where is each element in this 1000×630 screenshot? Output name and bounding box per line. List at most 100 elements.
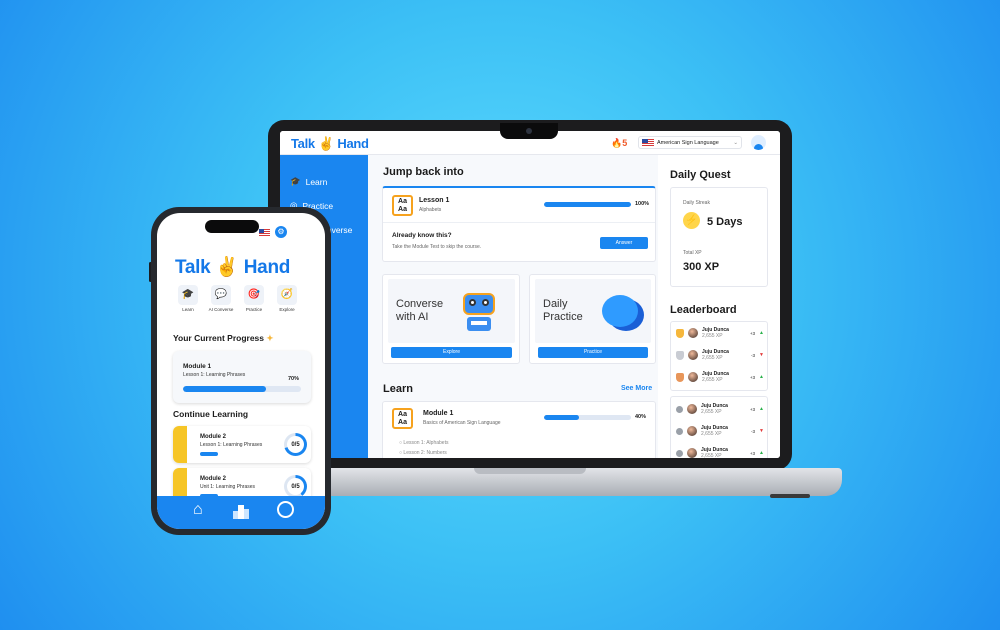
desktop-app-screen: Talk ✌ Hand 🔥5 American Sign Language ⌄ …: [280, 131, 780, 458]
gear-icon[interactable]: ⚙: [275, 226, 287, 238]
feature-card-title: Daily Practice: [543, 298, 583, 324]
divider: [383, 222, 655, 223]
streak-counter[interactable]: 🔥5: [611, 138, 627, 149]
robot-icon: [459, 291, 499, 335]
graduation-cap-icon: 🎓: [178, 285, 198, 305]
current-module-card[interactable]: Module 1 Lesson 1: Learning Phrases 70%: [173, 351, 311, 403]
language-select[interactable]: American Sign Language ⌄: [638, 136, 742, 149]
jump-back-card[interactable]: Aa Aa Lesson 1 Alphabets 100% Already kno…: [382, 186, 656, 262]
rank-badge-icon: [676, 449, 683, 457]
leaderboard-entry: Juju Dunca 2,655 XP: [701, 403, 746, 415]
module-title: Module 1: [423, 410, 454, 417]
converse-with-ai-card[interactable]: Converse with AI Explore: [382, 274, 520, 364]
streak-value: 5 Days: [707, 216, 743, 228]
profile-icon[interactable]: [277, 501, 294, 518]
brand-logo[interactable]: Talk ✌ Hand: [291, 136, 369, 152]
lesson-count-ring: 0/5: [284, 433, 307, 456]
continue-lesson-title: Unit 1: Learning Phrases: [200, 484, 256, 490]
leaderboard-row[interactable]: Juju Dunca 2,655 XP +3 ▲: [676, 403, 764, 415]
quick-action-practice[interactable]: 🎯 Practice: [239, 285, 269, 312]
module-progress-fill: [544, 415, 579, 420]
continue-module-card[interactable]: Module 2 Lesson 1: Learning Phrases 0/5: [173, 426, 311, 463]
quick-action-label: AI Converse: [208, 307, 234, 312]
us-flag-icon[interactable]: [259, 229, 270, 237]
explore-button[interactable]: Explore: [391, 347, 512, 358]
streak-label: Daily Streak: [683, 200, 710, 206]
desktop-right-panel: Daily Quest Daily Streak ⚡ 5 Days Total …: [658, 155, 780, 458]
feature-card-title: Converse with AI: [396, 298, 443, 324]
lesson-list-label: Lesson 1: Alphabets: [403, 440, 449, 446]
leaderboard-row[interactable]: Juju Dunca 2,655 XP +3 ▲: [676, 371, 764, 383]
leaderboard-row[interactable]: Juju Dunca 2,655 XP -3 ▼: [676, 425, 764, 437]
leaderboard-heading: Leaderboard: [670, 304, 737, 316]
daily-practice-card[interactable]: Daily Practice Practice: [529, 274, 656, 364]
lesson-progress-fill: [544, 202, 631, 207]
flame-icon: 🔥: [611, 138, 623, 148]
practice-button[interactable]: Practice: [538, 347, 648, 358]
sparkle-icon: ✦: [266, 333, 274, 343]
chat-icon: 💬: [211, 285, 231, 305]
arrow-up-icon: ▲: [759, 450, 764, 456]
continue-module-title: Module 2: [200, 434, 227, 440]
leaderboard-row[interactable]: Juju Dunca 2,655 XP +3 ▲: [676, 327, 764, 339]
arrow-up-icon: ▲: [759, 374, 764, 380]
module-subtitle: Basics of American Sign Language: [423, 420, 501, 426]
trophy-icon: [676, 350, 684, 360]
arrow-up-icon: ▲: [759, 406, 764, 412]
lesson-count: 0/5: [287, 478, 304, 495]
start-tag[interactable]: [200, 452, 218, 456]
chat-bubble-icon: [600, 293, 646, 337]
leaderboard-entry: Juju Dunca 2,655 XP: [702, 327, 746, 339]
rank-badge-icon: [676, 427, 683, 435]
rank-change: -3: [751, 352, 756, 358]
rank-change: +3: [749, 406, 756, 412]
lesson-list-item[interactable]: ○ Lesson 1: Alphabets: [399, 440, 448, 446]
module-card[interactable]: Aa Aa Module 1 Basics of American Sign La…: [382, 401, 656, 458]
leaderboard-row[interactable]: Juju Dunca 2,655 XP -3 ▼: [676, 349, 764, 361]
leaderboard-row[interactable]: Juju Dunca 2,655 XP +3 ▲: [676, 447, 764, 458]
see-more-link[interactable]: See More: [621, 385, 652, 392]
quick-action-label: Practice: [245, 307, 263, 312]
leaderboard-xp: 2,655 XP: [701, 453, 722, 458]
avatar: [688, 328, 698, 338]
module-progress-label: 40%: [635, 414, 647, 420]
laptop-hinge-notch: [474, 468, 586, 474]
leaderboard-entry: Juju Dunca 2,655 XP: [702, 349, 747, 361]
lesson-list-item[interactable]: ○ Lesson 2: Numbers: [399, 450, 447, 456]
home-icon[interactable]: ⌂: [193, 501, 203, 519]
leaderboard-entry: Juju Dunca 2,655 XP: [702, 371, 746, 383]
us-flag-icon: [642, 138, 654, 147]
leaderboard-entry: Juju Dunca 2,655 XP: [701, 447, 746, 458]
trophy-icon: [676, 372, 684, 382]
streak-count: 5: [622, 138, 628, 148]
target-icon: 🎯: [244, 285, 264, 305]
quick-action-explore[interactable]: 🧭 Explore: [272, 285, 302, 312]
continue-lesson-title: Lesson 1: Learning Phrases: [200, 442, 263, 448]
lesson-title: Lesson 1: [419, 197, 450, 204]
current-progress-label: 70%: [288, 376, 300, 382]
daily-quest-heading: Daily Quest: [670, 169, 731, 181]
alphabet-module-icon: Aa Aa: [392, 408, 413, 429]
answer-button[interactable]: Answer: [600, 237, 648, 249]
profile-avatar-button[interactable]: [751, 135, 766, 150]
lesson-count: 0/5: [287, 436, 304, 453]
leaderboard-xp: 2,655 XP: [702, 355, 723, 361]
brand-word-hand: Hand: [243, 257, 291, 278]
leaderboard-icon[interactable]: [233, 505, 249, 519]
quick-action-ai-converse[interactable]: 💬 AI Converse: [206, 285, 236, 312]
jump-back-heading: Jump back into: [383, 166, 464, 178]
avatar: [687, 426, 697, 436]
quick-action-label: Explore: [279, 307, 295, 312]
current-progress-bar: [183, 386, 301, 392]
laptop-foot: [770, 494, 810, 498]
leaderboard-xp: 2,655 XP: [702, 377, 723, 383]
quick-action-learn[interactable]: 🎓 Learn: [173, 285, 203, 312]
sidebar-item-learn[interactable]: 🎓 Learn: [290, 176, 327, 187]
current-module-title: Module 1: [183, 363, 212, 370]
brand-hand-mark: ✌: [318, 136, 335, 151]
rank-change: +3: [749, 450, 756, 456]
arrow-down-icon: ▼: [759, 428, 764, 434]
chevron-down-icon: ⌄: [733, 139, 738, 146]
daily-quest-card: Daily Streak ⚡ 5 Days Total XP 300 XP: [670, 187, 768, 287]
graduation-cap-icon: 🎓: [290, 176, 301, 186]
